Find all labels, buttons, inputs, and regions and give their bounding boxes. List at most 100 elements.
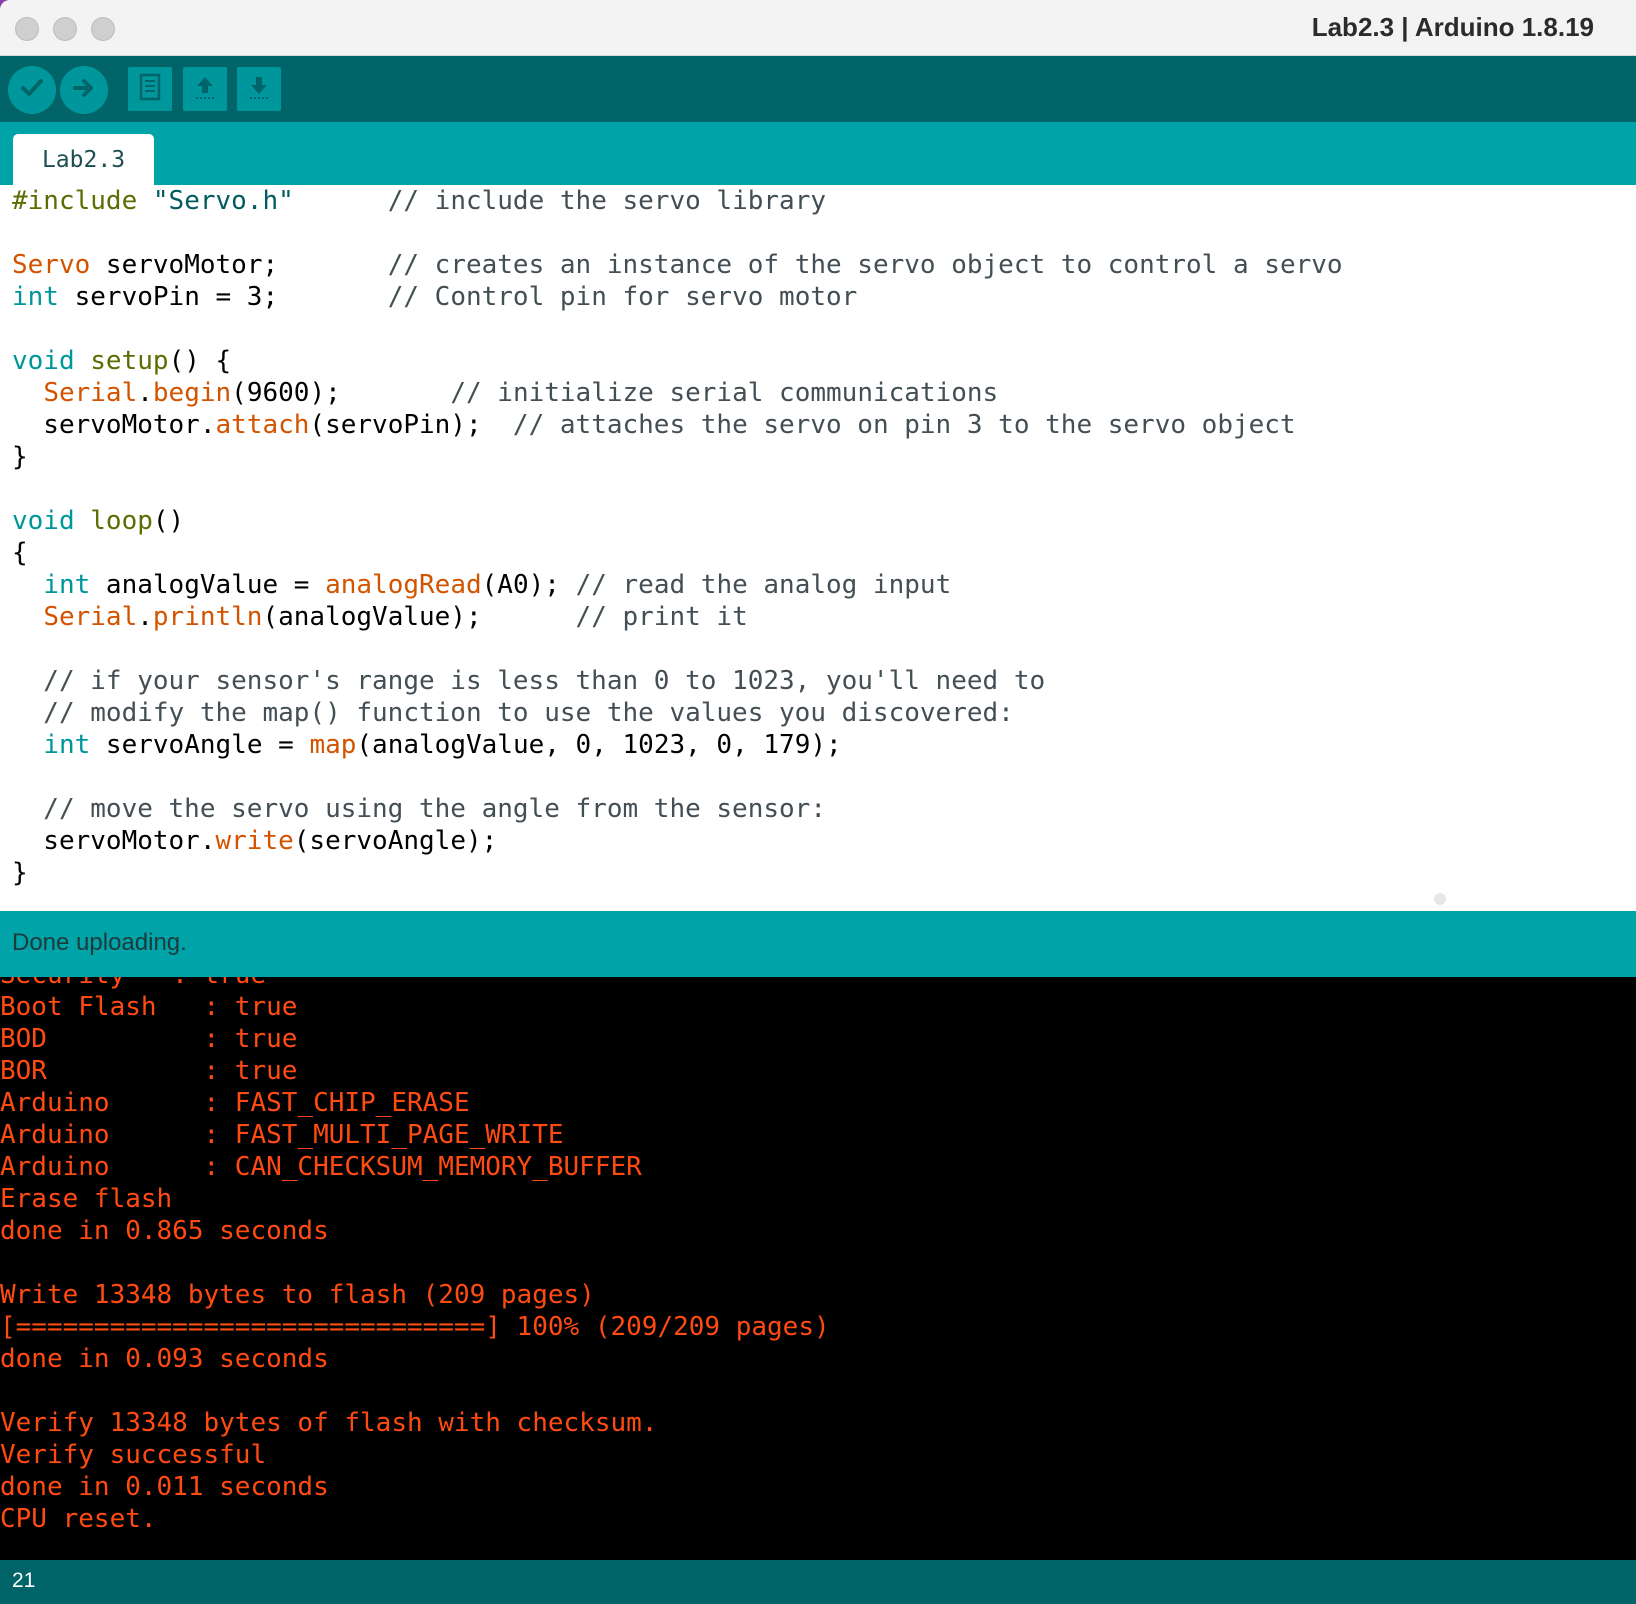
code-token: { <box>12 538 28 568</box>
console-line: [==============================] 100% (2… <box>0 1312 830 1342</box>
code-token: (analogValue); <box>262 602 576 632</box>
code-line: Serial.println(analogValue); // print it <box>0 601 1636 633</box>
code-token: println <box>152 602 263 632</box>
code-token: // initialize serial communications <box>450 378 999 408</box>
code-token: servoMotor. <box>12 826 216 856</box>
toolbar <box>0 56 1636 122</box>
verify-button[interactable] <box>8 66 56 114</box>
tab-lab2-3[interactable]: Lab2.3 <box>13 134 154 185</box>
code-token: // Control pin for servo motor <box>387 282 858 312</box>
code-token: // read the analog input <box>575 570 952 600</box>
code-token: // attaches the servo on pin 3 to the se… <box>512 410 1296 440</box>
console-line: Arduino : CAN_CHECKSUM_MEMORY_BUFFER <box>0 1152 642 1182</box>
code-token: (9600); <box>231 378 451 408</box>
code-token: } <box>12 442 28 472</box>
code-token: Serial <box>43 602 138 632</box>
console-line: Arduino : FAST_CHIP_ERASE <box>0 1088 470 1118</box>
code-token: void <box>12 506 75 536</box>
code-token: // include the servo library <box>293 186 826 216</box>
code-line: Servo servoMotor; // creates an instance… <box>0 249 1636 281</box>
code-token: (analogValue, 0, 1023, 0, 179); <box>356 730 842 760</box>
line-number: 21 <box>12 1569 36 1592</box>
code-token: loop <box>90 506 153 536</box>
code-token: analogRead <box>325 570 482 600</box>
code-line: } <box>0 857 1636 889</box>
code-token: servoMotor; <box>90 250 388 280</box>
checkmark-icon <box>17 73 47 107</box>
code-line: servoMotor.attach(servoPin); // attaches… <box>0 409 1636 441</box>
editor-scrollbar[interactable] <box>1434 893 1446 905</box>
code-token: int <box>12 282 59 312</box>
code-token: . <box>137 378 153 408</box>
upload-button[interactable] <box>60 66 108 114</box>
code-token: map <box>309 730 357 760</box>
zoom-window-button[interactable] <box>91 17 115 41</box>
console-line: Write 13348 bytes to flash (209 pages) <box>0 1280 595 1310</box>
code-line: int analogValue = analogRead(A0); // rea… <box>0 569 1636 601</box>
close-window-button[interactable] <box>15 17 39 41</box>
console-line: done in 0.093 seconds <box>0 1344 329 1374</box>
console-line: CPU reset. <box>0 1504 157 1534</box>
code-token: (servoAngle); <box>293 826 498 856</box>
code-token: servoAngle = <box>90 730 310 760</box>
tab-bar: Lab2.3 <box>0 122 1636 185</box>
new-sketch-button[interactable] <box>128 67 172 111</box>
console-line: BOR : true <box>0 1056 298 1086</box>
code-token: void <box>12 346 75 376</box>
code-token: () { <box>168 346 232 376</box>
code-line: Serial.begin(9600); // initialize serial… <box>0 377 1636 409</box>
code-line: } <box>0 441 1636 473</box>
code-token: Servo <box>12 250 91 280</box>
code-token: // modify the map() function to use the … <box>12 698 1014 728</box>
code-token: servoMotor. <box>12 410 216 440</box>
status-message: Done uploading. <box>12 929 187 956</box>
code-line: void loop() <box>0 505 1636 537</box>
console-line: Arduino : FAST_MULTI_PAGE_WRITE <box>0 1120 564 1150</box>
code-token: // creates an instance of the servo obje… <box>387 250 1343 280</box>
code-token: "Servo.h" <box>152 186 294 216</box>
open-button[interactable] <box>183 67 227 111</box>
code-token: servoPin = 3; <box>58 282 388 312</box>
code-token: Serial <box>43 378 138 408</box>
code-token: int <box>43 730 91 760</box>
code-token: // move the servo using the angle from t… <box>12 794 826 824</box>
console-line: Boot Flash : true <box>0 992 298 1022</box>
code-editor[interactable]: #include "Servo.h" // include the servo … <box>0 185 1636 895</box>
code-token: // if your sensor's range is less than 0… <box>12 666 1046 696</box>
code-token: analogValue = <box>90 570 326 600</box>
code-token: // print it <box>575 602 748 632</box>
document-icon <box>136 72 164 106</box>
save-button[interactable] <box>237 67 281 111</box>
code-token: write <box>215 826 294 856</box>
minimize-window-button[interactable] <box>53 17 77 41</box>
code-token: () <box>152 506 185 536</box>
code-token: . <box>137 602 153 632</box>
code-line: int servoPin = 3; // Control pin for ser… <box>0 281 1636 313</box>
code-token: } <box>12 858 28 888</box>
code-line: // modify the map() function to use the … <box>0 697 1636 729</box>
console-line: Erase flash <box>0 1184 173 1214</box>
console-line: done in 0.011 seconds <box>0 1472 329 1502</box>
code-line: int servoAngle = map(analogValue, 0, 102… <box>0 729 1636 761</box>
code-token: (servoPin); <box>309 410 513 440</box>
title-bar: Lab2.3 | Arduino 1.8.19 <box>0 0 1636 56</box>
console-line: BOD : true <box>0 1024 298 1054</box>
code-token: int <box>43 570 91 600</box>
arrow-up-icon <box>190 72 220 106</box>
code-line: // move the servo using the angle from t… <box>0 793 1636 825</box>
arduino-window: Lab2.3 | Arduino 1.8.19 Lab2.3 #include … <box>0 0 1636 1604</box>
code-token: #include <box>12 186 153 216</box>
console-output[interactable]: Security : true Boot Flash : trueBOD : t… <box>0 977 1636 1560</box>
window-title: Lab2.3 | Arduino 1.8.19 <box>1311 12 1594 42</box>
